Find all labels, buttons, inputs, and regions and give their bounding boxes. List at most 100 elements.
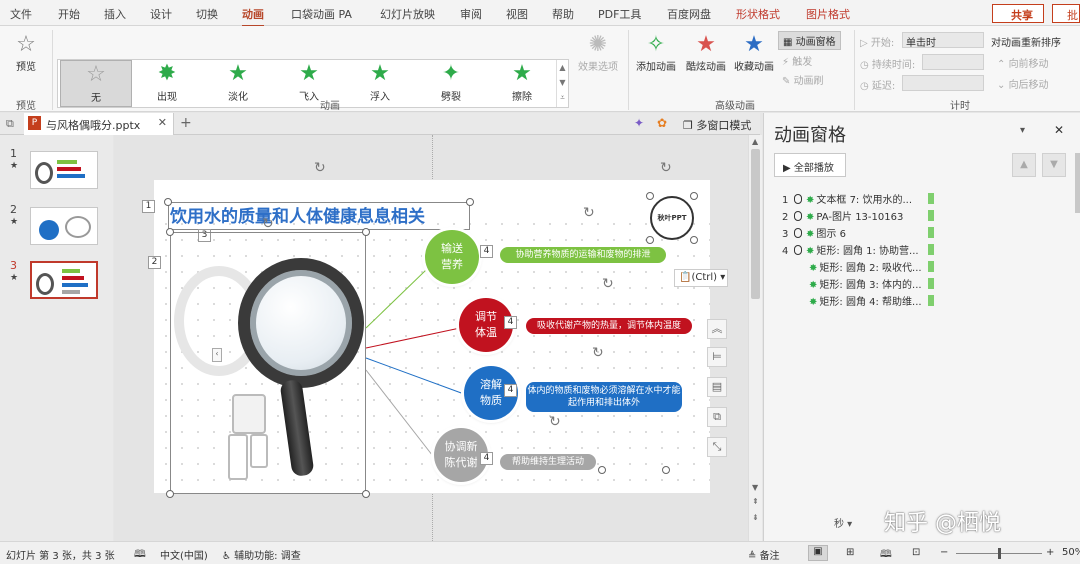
share-button[interactable]: 共享 [992,4,1044,23]
tab-help[interactable]: 帮助 [552,6,574,22]
anim-wipe[interactable]: ★ 擦除 [486,60,558,107]
multi-window-button[interactable]: ❐ 多窗口模式 [683,117,751,133]
start-select[interactable]: 单击时 [902,32,984,49]
slide-thumbnail-1[interactable] [30,151,98,189]
tab-baidu-disk[interactable]: 百度网盘 [667,6,711,22]
tab-view[interactable]: 视图 [506,6,528,22]
editor-scrollbar[interactable]: ▲ ▼ ⇞ ⇟ [748,135,762,541]
tab-shape-format[interactable]: 形状格式 [736,6,780,22]
anim-list-item[interactable]: 2 ✸ PA-图片 13-10163 [782,208,934,224]
collect-animation-button[interactable]: ★ 收藏动画 [730,32,778,73]
resize-handle[interactable] [690,192,698,200]
resize-handle[interactable] [690,236,698,244]
anim-list-item[interactable]: 4 ✸ 矩形: 圆角 1: 协助营... [782,242,934,258]
comments-button[interactable]: 批 [1052,4,1080,23]
pane-scrollbar[interactable] [1075,153,1080,213]
resize-handle[interactable] [466,198,474,206]
tab-slideshow[interactable]: 幻灯片放映 [380,6,435,22]
resize-handle[interactable] [166,490,174,498]
rotate-handle-icon[interactable]: ↻ [262,216,274,232]
tab-pdf-tools[interactable]: PDF工具 [598,6,641,22]
slide-thumbnail-2[interactable] [30,207,98,245]
reading-view-icon[interactable]: 🕮 [880,547,892,564]
move-down-button[interactable]: ▼ [1042,153,1066,177]
align-icon[interactable]: ⊨ [707,347,727,367]
anim-list-item[interactable]: 1 ✸ 文本框 7: 饮用水的... [782,191,934,207]
resize-handle[interactable] [166,228,174,236]
rotate-handle-icon[interactable]: ↻ [583,205,595,221]
resize-handle[interactable] [662,466,670,474]
anim-list-item[interactable]: 3 ✸ 图示 6 [782,225,934,241]
scroll-thumb[interactable] [751,149,760,299]
slideshow-icon[interactable]: ⊡ [912,547,920,558]
preview-button[interactable]: ☆ 预览 [8,32,44,73]
rotate-handle-icon[interactable]: ↻ [549,414,561,430]
rotate-handle-icon[interactable]: ↻ [660,160,672,176]
new-tab-icon[interactable]: + [180,115,192,131]
tab-transitions[interactable]: 切换 [196,6,218,22]
pane-menu-icon[interactable]: ▾ [1020,125,1025,136]
slide-sorter-icon[interactable]: ⊞ [846,547,854,558]
resize-handle[interactable] [362,490,370,498]
zoom-level[interactable]: 50% [1062,547,1080,558]
next-slide-icon[interactable]: ⇟ [752,513,759,522]
bar-dissolve-substances[interactable]: 体内的物质和废物必须溶解在水中才能起作用和排出体外 [526,382,682,412]
trigger-button[interactable]: ⚡ 触发 [782,53,812,68]
paste-options-button[interactable]: 📋(Ctrl) ▾ [674,269,728,287]
circle-transport-nutrients[interactable]: 输送 营养 [425,230,479,284]
close-tab-icon[interactable]: ✕ [158,116,167,129]
document-tab[interactable]: P 与风格偶哦分.pptx ✕ [24,113,174,135]
add-animation-button[interactable]: ✧ 添加动画 [632,32,680,73]
slide-thumbnail-3[interactable] [30,261,98,299]
magic-icon[interactable]: ✦ [634,116,644,130]
bar-regulate-temperature[interactable]: 吸收代谢产物的热量，调节体内温度 [526,318,692,334]
zoom-in-icon[interactable]: + [1046,547,1054,558]
move-later-button[interactable]: ⌄ 向后移动 [997,76,1049,91]
tab-animations[interactable]: 动画 [242,6,264,27]
anim-list-item[interactable]: ✸ 矩形: 圆角 2: 吸收代... [809,259,934,275]
close-pane-icon[interactable]: ✕ [1054,123,1064,137]
bar-transport-nutrients[interactable]: 协助营养物质的运输和废物的排泄 [500,247,666,263]
zoom-out-icon[interactable]: − [940,547,948,558]
play-all-button[interactable]: ▶ 全部播放 [774,153,846,177]
book-icon[interactable]: 🕮 [134,547,146,564]
anim-list-item[interactable]: ✸ 矩形: 圆角 4: 帮助维... [809,293,934,309]
rotate-handle-icon[interactable]: ↻ [592,345,604,361]
gallery-scroll[interactable]: ▲ ▼ ⩡ [556,60,568,107]
animation-pane-button[interactable]: ▦ 动画窗格 [778,31,841,50]
anim-none[interactable]: ☆ 无 [60,60,132,107]
anim-fade[interactable]: ★ 淡化 [202,60,274,107]
bar-coordinate-metabolism[interactable]: 帮助维持生理活动 [500,454,596,470]
effect-options-button[interactable]: ✺ 效果选项 [573,32,623,73]
language-indicator[interactable]: 中文(中国) [160,547,208,562]
normal-view-icon[interactable]: ▣ [808,545,828,561]
prev-slide-icon[interactable]: ⇞ [752,497,759,506]
tab-insert[interactable]: 插入 [104,6,126,22]
tab-home[interactable]: 开始 [58,6,80,22]
slide-canvas[interactable]: 饮用水的质量和人体健康息息相关 1 2 3 秋叶PPT ‹ 输送 营养 4 协助… [142,180,710,498]
anim-appear[interactable]: ✸ 出现 [131,60,203,107]
resize-icon[interactable]: ⤡ [707,437,727,457]
seconds-label[interactable]: 秒 ▾ [834,515,852,530]
rotate-handle-icon[interactable]: ↻ [314,160,326,176]
zoom-slider-thumb[interactable] [998,548,1001,559]
resize-handle[interactable] [362,228,370,236]
tab-list-icon[interactable]: ⧉ [6,117,14,131]
tab-review[interactable]: 审阅 [460,6,482,22]
duration-field[interactable] [922,54,984,70]
tab-file[interactable]: 文件 [10,6,32,22]
animation-painter-button[interactable]: ✎ 动画刷 [782,72,824,87]
accessibility-button[interactable]: ♿ 辅助功能: 调查 [222,547,301,562]
scroll-down-icon[interactable]: ▼ [752,483,758,492]
notes-button[interactable]: ≜ 备注 [748,547,780,562]
anim-split[interactable]: ✦ 劈裂 [415,60,487,107]
collapse-up-icon[interactable]: ︽ [707,319,727,339]
resize-handle[interactable] [646,192,654,200]
scroll-up-icon[interactable]: ▲ [752,137,758,146]
settings-icon[interactable]: ✿ [657,116,667,130]
rotate-handle-icon[interactable]: ↻ [602,276,614,292]
tab-pocket-animation[interactable]: 口袋动画 PA [291,6,352,22]
delay-field[interactable] [902,75,984,91]
move-up-button[interactable]: ▲ [1012,153,1036,177]
resize-handle[interactable] [598,466,606,474]
